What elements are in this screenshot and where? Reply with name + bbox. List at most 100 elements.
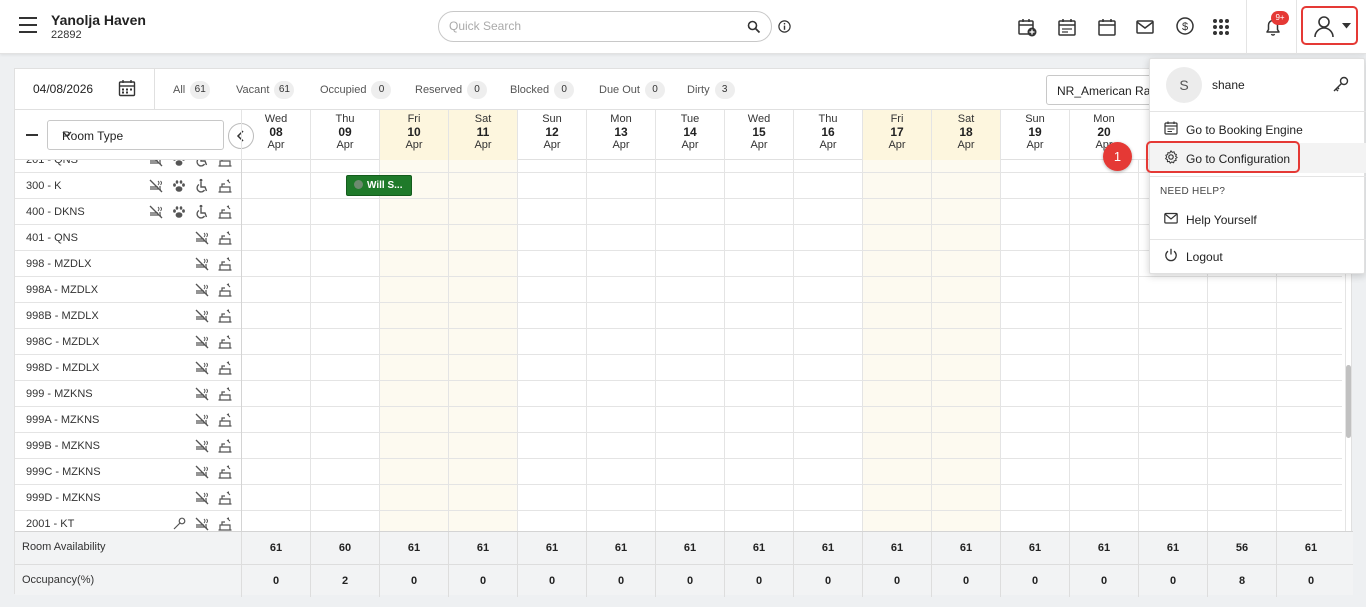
filter-occupied[interactable]: Occupied 0 (320, 81, 392, 99)
room-row[interactable]: 998B - MZDLX (15, 303, 1342, 329)
date-column-header: Fri 10 Apr (379, 110, 448, 160)
room-name: 999B - MZKNS (26, 440, 100, 452)
room-row[interactable]: 201 - QNS (15, 160, 1342, 173)
user-menu-button[interactable] (1301, 6, 1358, 45)
occupancy-label: Occupancy(%) (22, 574, 95, 586)
filter-reserved[interactable]: Reserved 0 (415, 81, 488, 99)
svg-text:$: $ (1182, 21, 1188, 33)
room-row[interactable]: 999D - MZKNS (15, 485, 1342, 511)
collapse-icon[interactable] (26, 134, 38, 136)
room-amenity-icons (127, 438, 239, 456)
room-amenity-icons (127, 464, 239, 482)
apps-grid-icon[interactable] (1210, 16, 1232, 38)
room-name: 998C - MZDLX (26, 336, 100, 348)
month: Apr (888, 139, 906, 151)
day-number: 17 (890, 125, 904, 139)
month: Apr (336, 139, 354, 151)
room-name: 300 - K (26, 180, 62, 192)
day-of-week: Sat (474, 113, 492, 125)
occupancy-row: Occupancy(%) 0200000000000080 (15, 564, 1353, 597)
filter-blocked[interactable]: Blocked 0 (510, 81, 575, 99)
occupancy-value: 0 (241, 565, 310, 597)
date-column-header: Sun 19 Apr (1000, 110, 1069, 160)
room-row[interactable]: 400 - DKNS (15, 199, 1342, 225)
search-input[interactable] (449, 19, 729, 33)
occupancy-value: 0 (931, 565, 1000, 597)
room-row[interactable]: 300 - K (15, 173, 1342, 199)
room-row[interactable]: 999A - MZKNS (15, 407, 1342, 433)
room-name: 998D - MZDLX (26, 362, 100, 374)
month: Apr (681, 139, 699, 151)
day-number: 08 (269, 125, 283, 139)
scrollbar-thumb[interactable] (1346, 365, 1351, 438)
quick-search (438, 11, 772, 42)
property-id: 22892 (51, 29, 82, 41)
menu-icon[interactable] (19, 17, 37, 33)
room-amenity-icons (127, 334, 239, 352)
logout[interactable]: Logout (1150, 241, 1366, 271)
room-row[interactable]: 999B - MZKNS (15, 433, 1342, 459)
room-row[interactable]: 999 - MZKNS (15, 381, 1342, 407)
room-row[interactable]: 998D - MZDLX (15, 355, 1342, 381)
day-of-week: Thu (335, 113, 355, 125)
room-amenity-icons (127, 256, 239, 274)
availability-value: 60 (310, 532, 379, 564)
date-picker[interactable]: 04/08/2026 (15, 69, 155, 109)
room-name: 999 - MZKNS (26, 388, 93, 400)
room-row[interactable]: 998 - MZDLX (15, 251, 1342, 277)
guest-status-icon (354, 180, 363, 189)
occupancy-value: 0 (862, 565, 931, 597)
room-row[interactable]: 2001 - KT (15, 511, 1342, 531)
grid-column-line (586, 160, 587, 531)
filter-due-out[interactable]: Due Out 0 (599, 81, 665, 99)
availability-value: 61 (448, 532, 517, 564)
mail-icon[interactable] (1134, 16, 1156, 38)
step-marker: 1 (1103, 142, 1132, 171)
booking-label: Will S... (367, 180, 403, 191)
grid-column-line (241, 160, 242, 531)
room-name: 998B - MZDLX (26, 310, 99, 322)
dollar-icon[interactable]: $ (1174, 16, 1196, 38)
key-icon[interactable] (1332, 76, 1349, 93)
day-of-week: Tue (680, 113, 700, 125)
room-row[interactable]: 401 - QNS (15, 225, 1342, 251)
day-number: 15 (752, 125, 766, 139)
calendar-add-icon[interactable] (1016, 16, 1038, 38)
room-type-select[interactable]: Room Type (47, 120, 224, 150)
room-amenity-icons (127, 516, 239, 531)
info-icon[interactable] (778, 20, 791, 33)
go-to-booking-engine[interactable]: Go to Booking Engine (1150, 114, 1366, 144)
filter-label: Due Out (599, 84, 640, 96)
filter-vacant[interactable]: Vacant 61 (236, 81, 295, 99)
filter-count: 3 (714, 81, 735, 99)
room-row[interactable]: 998A - MZDLX (15, 277, 1342, 303)
divider (1150, 176, 1366, 177)
filter-label: Dirty (687, 84, 710, 96)
room-name: 2001 - KT (26, 518, 75, 530)
room-amenity-icons (127, 204, 239, 222)
availability-value: 61 (862, 532, 931, 564)
calendar-icon[interactable] (118, 79, 136, 97)
help-yourself[interactable]: Help Yourself (1150, 204, 1366, 234)
room-name: 998A - MZDLX (26, 284, 99, 296)
room-row[interactable]: 998C - MZDLX (15, 329, 1342, 355)
occupancy-value: 0 (793, 565, 862, 597)
filter-all[interactable]: All 61 (173, 81, 211, 99)
day-of-week: Wed (264, 113, 288, 125)
availability-value: 61 (241, 532, 310, 564)
filter-dirty[interactable]: Dirty 3 (687, 81, 735, 99)
date-column-header: Thu 09 Apr (310, 110, 379, 160)
date-column-header: Wed 08 Apr (241, 110, 310, 160)
calendar-check-icon[interactable] (1056, 16, 1078, 38)
occupancy-value: 0 (1138, 565, 1207, 597)
room-name: 998 - MZDLX (26, 258, 92, 270)
search-icon[interactable] (747, 20, 761, 34)
rate-plan-select[interactable]: NR_American Rate (1046, 75, 1156, 105)
booking-block[interactable]: Will S... (346, 175, 412, 196)
room-amenity-icons (127, 490, 239, 508)
calendar-icon[interactable] (1096, 16, 1118, 38)
filter-count: 0 (371, 81, 392, 99)
occupancy-value: 0 (724, 565, 793, 597)
mail-icon (1164, 212, 1178, 224)
room-row[interactable]: 999C - MZKNS (15, 459, 1342, 485)
